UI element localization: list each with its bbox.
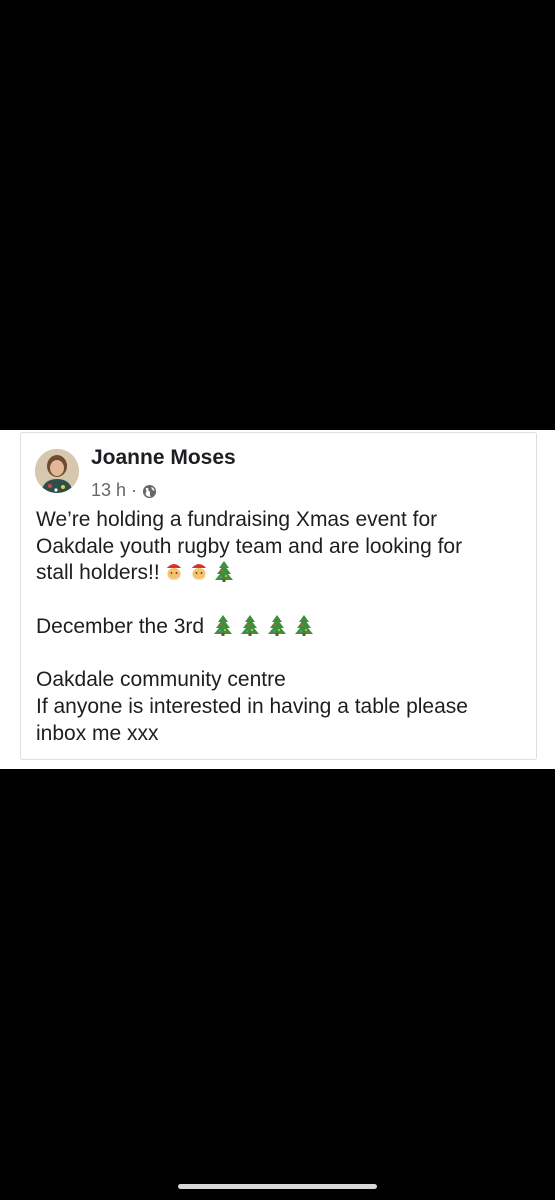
christmas-tree-icon [240,614,260,636]
post-line: Oakdale community centre [36,668,286,692]
christmas-tree-icon [267,614,287,636]
avatar-photo [35,449,79,493]
post-line: inbox me xxx [36,721,159,745]
post-line-with-emoji: stall holders!! [36,560,526,587]
christmas-tree-icon [213,614,233,636]
post-line: We’re holding a fundraising Xmas event f… [36,508,438,531]
santa-face-icon [163,560,185,582]
avatar[interactable] [35,449,79,493]
christmas-tree-icon [294,614,314,636]
author-name[interactable]: Joanne Moses [91,446,236,470]
post-body: We’re holding a fundraising Xmas event f… [36,507,526,747]
home-indicator[interactable] [178,1184,377,1189]
christmas-tree-icon [214,560,234,583]
post-line-with-emoji: December the 3rd [36,614,526,641]
post-line: Oakdale youth rugby team and are looking… [36,534,463,558]
santa-face-icon [188,560,210,582]
post-time[interactable]: 13 h [91,480,126,501]
post-line: If anyone is interested in having a tabl… [36,694,468,718]
post-line-text: stall holders!! [36,561,160,585]
globe-icon[interactable] [142,483,157,498]
post-meta: 13 h · [91,478,157,502]
post-line-text: December the 3rd [36,614,205,638]
meta-separator: · [131,479,138,500]
